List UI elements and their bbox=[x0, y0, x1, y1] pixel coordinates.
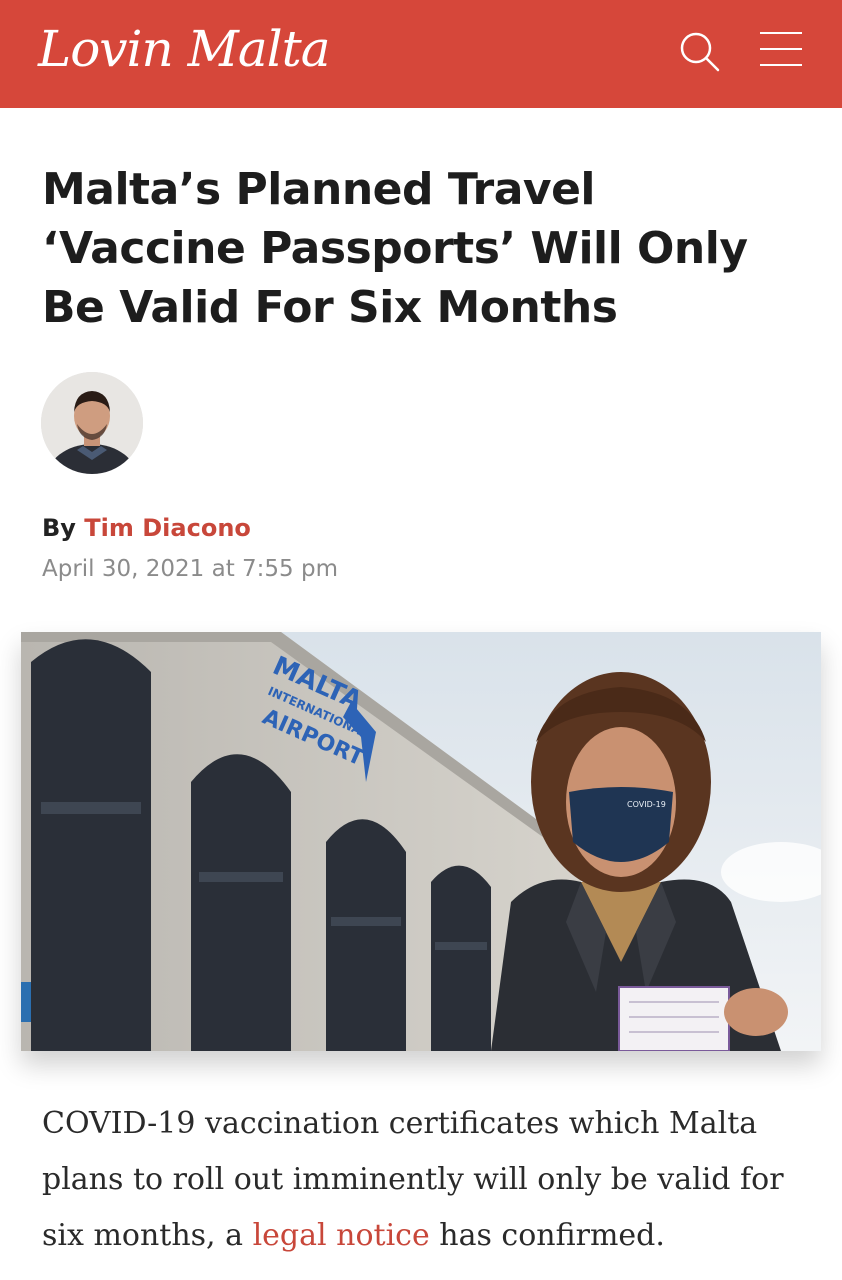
hero-image: MALTA INTERNATIONAL AIRPORT COVID-19 bbox=[21, 632, 821, 1051]
article-title: Malta’s Planned Travel ‘Vaccine Passport… bbox=[42, 164, 748, 333]
author-link[interactable]: Tim Diacono bbox=[84, 514, 251, 542]
site-logo[interactable]: Lovin Malta bbox=[38, 14, 331, 84]
mask-label: COVID-19 bbox=[627, 800, 666, 809]
legal-notice-link[interactable]: legal notice bbox=[253, 1218, 430, 1253]
publish-date: April 30, 2021 at 7:55 pm bbox=[42, 556, 339, 582]
article-paragraph: COVID-19 vaccination certificates which … bbox=[42, 1096, 802, 1264]
byline: By Tim Diacono bbox=[42, 514, 251, 542]
hamburger-menu-icon[interactable] bbox=[760, 32, 802, 68]
paragraph-text-end: has confirmed. bbox=[439, 1218, 665, 1253]
byline-prefix: By bbox=[42, 514, 76, 542]
author-avatar[interactable] bbox=[41, 372, 143, 474]
search-icon[interactable] bbox=[678, 30, 722, 74]
site-header: Lovin Malta bbox=[0, 0, 842, 108]
